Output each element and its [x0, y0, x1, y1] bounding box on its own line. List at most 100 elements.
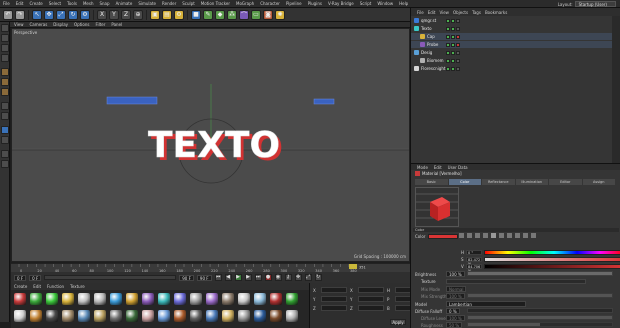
- visibility-flag-icon[interactable]: [451, 42, 455, 47]
- menu-item-create[interactable]: Create: [26, 1, 45, 6]
- layout-select[interactable]: Startup (User): [574, 1, 616, 7]
- subdivision-surface-icon[interactable]: ◆: [215, 9, 225, 20]
- image-picker-icon[interactable]: [483, 233, 488, 238]
- model-select[interactable]: Lambertian: [446, 301, 526, 307]
- render-picture-viewer-icon[interactable]: ▤: [162, 9, 172, 20]
- snap-icon[interactable]: [1, 126, 9, 134]
- points-mode-icon[interactable]: [1, 68, 9, 76]
- object-menu-tags[interactable]: Tags: [472, 10, 481, 15]
- tweak-mode-icon[interactable]: [1, 112, 9, 120]
- position-key-icon[interactable]: ✥: [294, 274, 302, 281]
- tab-illumination[interactable]: Illumination: [515, 179, 548, 185]
- material-swatch[interactable]: [254, 293, 266, 305]
- viewport-menu-view[interactable]: View: [14, 22, 24, 27]
- menu-item-file[interactable]: File: [0, 1, 13, 6]
- brightness-slider[interactable]: [467, 271, 613, 276]
- menu-item-mesh[interactable]: Mesh: [80, 1, 97, 6]
- play-icon[interactable]: ▶: [234, 274, 242, 281]
- attribute-menu-edit[interactable]: Edit: [434, 165, 442, 170]
- material-menu-function[interactable]: Function: [47, 284, 64, 289]
- record-icon[interactable]: ●: [264, 274, 272, 281]
- material-menu-texture[interactable]: Texture: [70, 284, 85, 289]
- redo-icon[interactable]: ↷: [15, 9, 25, 20]
- viewport[interactable]: Perspective TEXTO TEXTO Grid Spacing : 1…: [11, 28, 410, 262]
- current-frame-field[interactable]: 0 F: [14, 274, 27, 281]
- visibility-flag-icon[interactable]: [446, 58, 450, 63]
- material-swatch[interactable]: [254, 310, 266, 322]
- material-swatch[interactable]: [142, 310, 154, 322]
- menu-item-simulate[interactable]: Simulate: [135, 1, 159, 6]
- material-swatch[interactable]: [62, 293, 74, 305]
- time-range-slider[interactable]: [44, 275, 177, 280]
- end-frame-field[interactable]: 90 F: [196, 274, 212, 281]
- menu-item-snap[interactable]: Snap: [96, 1, 112, 6]
- menu-item-plugins[interactable]: Plugins: [305, 1, 325, 6]
- value-slider[interactable]: [484, 264, 620, 269]
- y-axis-lock-icon[interactable]: Y: [109, 9, 119, 20]
- viewport-menu-panel[interactable]: Panel: [111, 22, 122, 27]
- material-swatch[interactable]: [206, 310, 218, 322]
- object-row[interactable]: Florescnight: [411, 65, 613, 72]
- menu-item-animate[interactable]: Animate: [113, 1, 136, 6]
- visibility-flag-icon[interactable]: [451, 50, 455, 55]
- material-swatch[interactable]: [238, 293, 250, 305]
- visibility-flag-icon[interactable]: [451, 66, 455, 71]
- hue-slider[interactable]: [484, 250, 620, 255]
- material-swatch[interactable]: [14, 310, 26, 322]
- material-swatch[interactable]: [286, 310, 298, 322]
- scale-key-icon[interactable]: ⤢: [304, 274, 312, 281]
- z-axis-lock-icon[interactable]: Z: [121, 9, 131, 20]
- menu-item-pipeline[interactable]: Pipeline: [283, 1, 305, 6]
- eyedropper-icon[interactable]: [531, 233, 536, 238]
- keyframe-selection-icon[interactable]: ⚷: [284, 274, 292, 281]
- tab-color[interactable]: Color: [448, 179, 481, 185]
- viewport-menu-display[interactable]: Display: [53, 22, 68, 27]
- coordinate-system-icon[interactable]: ⊕: [133, 9, 143, 20]
- visibility-flag-icon[interactable]: [451, 34, 455, 39]
- diffuse-level-field[interactable]: 100 %: [446, 315, 465, 321]
- object-row[interactable]: qmgr.st: [411, 17, 613, 24]
- material-swatch[interactable]: [78, 310, 90, 322]
- visibility-flag-icon[interactable]: [446, 26, 450, 31]
- spectrum-icon[interactable]: [475, 233, 480, 238]
- menu-item-window[interactable]: Window: [374, 1, 396, 6]
- tab-editor[interactable]: Editor: [549, 179, 582, 185]
- color-picker-icon[interactable]: [459, 233, 464, 238]
- viewport-solo-icon[interactable]: [1, 160, 9, 168]
- saturation-field[interactable]: 82.472 %: [466, 257, 482, 266]
- max-frame-field[interactable]: 90 F: [179, 274, 194, 281]
- material-swatch[interactable]: [174, 293, 186, 305]
- apply-button[interactable]: Apply: [390, 319, 406, 325]
- object-menu-view[interactable]: View: [439, 10, 449, 15]
- polygons-mode-icon[interactable]: [1, 88, 9, 96]
- menu-item-select[interactable]: Select: [46, 1, 64, 6]
- menu-item-edit[interactable]: Edit: [13, 1, 27, 6]
- timeline-ruler[interactable]: 0 20 40 60 80 100 120 140 160 180 200 220 240 260 280 3…: [11, 263, 410, 273]
- visibility-flag-icon[interactable]: [446, 50, 450, 55]
- attribute-menu-user-data[interactable]: User Data: [448, 165, 468, 170]
- pen-spline-icon[interactable]: ✎: [203, 9, 213, 20]
- attribute-menu-mode[interactable]: Mode: [417, 165, 428, 170]
- kelvin-icon[interactable]: [507, 233, 512, 238]
- material-swatch[interactable]: [110, 293, 122, 305]
- material-swatch[interactable]: [190, 310, 202, 322]
- viewport-menu-cameras[interactable]: Cameras: [30, 22, 48, 27]
- material-swatch[interactable]: [94, 293, 106, 305]
- min-frame-field[interactable]: 0 F: [29, 274, 42, 281]
- material-swatch[interactable]: [30, 310, 42, 322]
- recent-tools-icon[interactable]: ⚙: [80, 9, 90, 20]
- lock-workplane-icon[interactable]: [1, 136, 9, 144]
- edges-mode-icon[interactable]: [1, 78, 9, 86]
- material-swatch[interactable]: [190, 293, 202, 305]
- material-swatch[interactable]: [238, 310, 250, 322]
- object-row[interactable]: Desig: [411, 49, 613, 56]
- mixer-icon[interactable]: [515, 233, 520, 238]
- viewport-menu-options[interactable]: Options: [74, 22, 89, 27]
- menu-item-help[interactable]: Help: [396, 1, 411, 6]
- material-swatch[interactable]: [158, 310, 170, 322]
- prev-key-icon[interactable]: ◀: [224, 274, 232, 281]
- hue-field[interactable]: 0 °: [466, 250, 482, 255]
- menu-item-render[interactable]: Render: [159, 1, 179, 6]
- material-swatch[interactable]: [126, 310, 138, 322]
- visibility-flag-icon[interactable]: [446, 42, 450, 47]
